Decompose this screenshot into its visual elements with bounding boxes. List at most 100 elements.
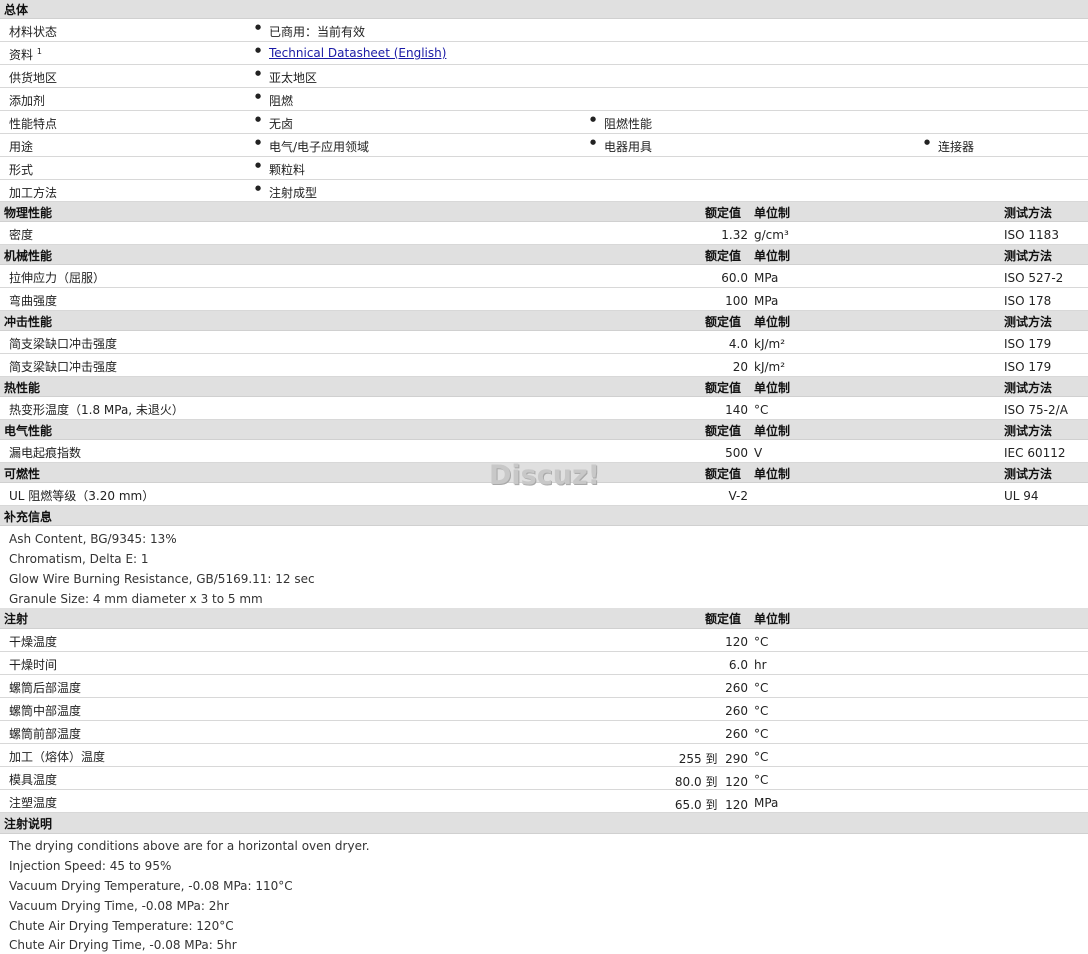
unit-value: °C [754,727,769,741]
property-row: 螺筒后部温度 260 °C [0,675,1088,698]
property-label: 密度 [9,228,34,242]
section-title: 冲击性能 [4,315,53,329]
test-method: ISO 75-2/A [1004,403,1068,417]
column-header-method: 测试方法 [1004,467,1053,481]
property-label: 性能特点 [9,117,58,131]
column-header-method: 测试方法 [1004,424,1053,438]
note-line: Ash Content, BG/9345: 13% [9,532,177,546]
section-header-supplement: 补充信息 [0,506,1088,526]
property-label: 注塑温度 [9,796,58,810]
section-header-physical: 物理性能 额定值 单位制 测试方法 [0,202,1088,222]
column-header-method: 测试方法 [1004,249,1053,263]
technical-datasheet-link[interactable]: Technical Datasheet (English) [269,46,446,60]
column-header-rated: 额定值 [705,424,742,438]
unit-value: kJ/m² [754,337,786,351]
property-row: 干燥温度 120 °C [0,629,1088,652]
note-line: Injection Speed: 45 to 95% [9,859,172,873]
unit-value: MPa [754,294,779,308]
section-header-general: 总体 [0,0,1088,19]
property-label: 模具温度 [9,773,58,787]
note-line: Chute Air Drying Temperature: 120°C [9,919,234,933]
property-label: 漏电起痕指数 [9,446,82,460]
property-row: 添加剂 阻燃 [0,88,1088,111]
unit-value: kJ/m² [754,360,786,374]
rated-value: 20 [732,360,748,374]
note-line: Granule Size: 4 mm diameter x 3 to 5 mm [9,592,263,606]
property-row: 用途 电气/电子应用领域 电器用具 连接器 [0,134,1088,157]
unit-value: °C [754,750,769,764]
section-header-impact: 冲击性能 额定值 单位制 测试方法 [0,311,1088,331]
note-line: Chromatism, Delta E: 1 [9,552,149,566]
property-label: UL 阻燃等级（3.20 mm） [9,489,155,503]
property-value: 无卤 [255,115,293,132]
property-label: 螺筒中部温度 [9,704,82,718]
property-row: 形式 颗粒料 [0,157,1088,180]
property-row: 弯曲强度 100 MPa ISO 178 [0,288,1088,311]
column-header-rated: 额定值 [705,381,742,395]
property-row: 螺筒中部温度 260 °C [0,698,1088,721]
property-label: 热变形温度（1.8 MPa, 未退火） [9,403,184,417]
note-line: The drying conditions above are for a ho… [9,839,370,853]
column-header-rated: 额定值 [705,467,742,481]
column-header-unit: 单位制 [754,424,791,438]
property-value: 电气/电子应用领域 [255,138,369,155]
property-label: 简支梁缺口冲击强度 [9,337,118,351]
unit-value: hr [754,658,767,672]
note-line: Vacuum Drying Temperature, -0.08 MPa: 11… [9,879,293,893]
section-title: 机械性能 [4,249,53,263]
unit-value: °C [754,403,769,417]
property-label: 用途 [9,140,34,154]
column-header-rated: 额定值 [705,315,742,329]
property-row: 简支梁缺口冲击强度 4.0 kJ/m² ISO 179 [0,331,1088,354]
rated-value: 260 [725,704,748,718]
property-label: 简支梁缺口冲击强度 [9,360,118,374]
rated-value: 500 [725,446,748,460]
section-title: 物理性能 [4,206,53,220]
property-value: 已商用：当前有效 [255,23,365,40]
rated-value: 60.0 [721,271,748,285]
footnote-marker: 1 [36,47,42,56]
property-label: 弯曲强度 [9,294,58,308]
rated-value: 255 到 290 [678,752,748,766]
rated-value: 65.0 到 120 [674,798,748,812]
property-row: 注塑温度 65.0 到 120 MPa [0,790,1088,813]
property-label: 材料状态 [9,25,58,39]
test-method: UL 94 [1004,489,1039,503]
property-label: 加工方法 [9,186,58,200]
unit-value: °C [754,635,769,649]
rated-value: 120 [725,635,748,649]
property-row: 资料 1 Technical Datasheet (English) [0,42,1088,65]
property-row: 热变形温度（1.8 MPa, 未退火） 140 °C ISO 75-2/A [0,397,1088,420]
property-row: 加工方法 注射成型 [0,180,1088,202]
unit-value: °C [754,704,769,718]
property-label: 干燥温度 [9,635,58,649]
property-row: 材料状态 已商用：当前有效 [0,19,1088,42]
property-value: 电器用具 [590,138,652,155]
discuz-watermark: Discuz! [489,460,600,491]
property-value: 注射成型 [255,184,317,201]
datasheet-link-item: Technical Datasheet (English) [255,46,446,60]
section-title: 电气性能 [4,424,53,438]
rated-value: 1.32 [721,228,748,242]
column-header-unit: 单位制 [754,206,791,220]
rated-value: 6.0 [728,658,748,672]
rated-value: 260 [725,727,748,741]
property-label: 供货地区 [9,71,58,85]
column-header-method: 测试方法 [1004,206,1053,220]
section-header-thermal: 热性能 额定值 单位制 测试方法 [0,377,1088,397]
rated-value: 4.0 [728,337,748,351]
column-header-unit: 单位制 [754,249,791,263]
column-header-method: 测试方法 [1004,315,1053,329]
section-title: 注射 [4,612,29,626]
unit-value: °C [754,681,769,695]
property-row: 供货地区 亚太地区 [0,65,1088,88]
property-label: 添加剂 [9,94,46,108]
property-label: 螺筒前部温度 [9,727,82,741]
property-row: 密度 1.32 g/cm³ ISO 1183 [0,222,1088,245]
test-method: ISO 178 [1004,294,1052,308]
test-method: ISO 1183 [1004,228,1059,242]
rated-value: 80.0 到 120 [674,775,748,789]
rated-value: V-2 [728,489,748,503]
property-row: 模具温度 80.0 到 120 °C [0,767,1088,790]
property-label: 形式 [9,163,34,177]
